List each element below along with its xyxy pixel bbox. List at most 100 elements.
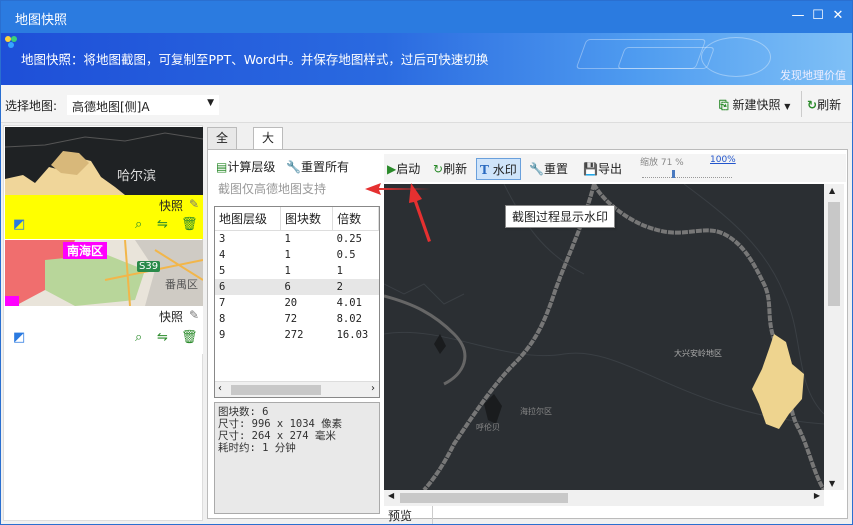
text-icon: T [480, 163, 489, 177]
scroll-right-icon[interactable]: ▶ [814, 491, 820, 500]
district-label: 南海区 [63, 242, 108, 259]
scroll-right-icon[interactable]: › [371, 383, 375, 394]
snapshot-actions: ◩ ⌕ ⇋ 🗑 [5, 215, 203, 237]
table-cell: 3 [219, 232, 226, 245]
delete-icon[interactable]: 🗑 [181, 330, 198, 345]
snapshot-label: 快照 [159, 199, 184, 213]
preview-divider [432, 506, 433, 524]
export-button[interactable]: 💾导出 [580, 158, 625, 180]
map-icon[interactable]: ◩ [13, 330, 25, 345]
table-row[interactable]: 8 72 8.02 [215, 311, 379, 327]
level-table[interactable]: 地图层级 图块数 倍数 3 1 0.25 4 1 0.5 511 662 7 20 4.01… [214, 206, 380, 398]
tab-full-map[interactable]: 全图 [207, 127, 238, 165]
watermark-label: 水印 [492, 163, 517, 177]
table-row[interactable]: 9 272 16.03 [215, 327, 379, 343]
table-cell: 7 [219, 296, 226, 309]
map-select[interactable]: 高德地图[侧]A ▼ [67, 95, 219, 115]
scrollbar-thumb[interactable] [828, 202, 840, 306]
select-map-label: 选择地图: [5, 99, 58, 113]
wrench-icon: 🔧 [286, 160, 301, 174]
snapshot-item[interactable]: 哈尔滨 快照 ✎ ◩ ⌕ ⇋ 🗑 [5, 127, 203, 239]
watermark-tooltip: 截图过程显示水印 [505, 205, 616, 228]
refresh-button[interactable]: ↻刷新 [807, 95, 841, 115]
tab-large-map[interactable]: 大图 [253, 127, 284, 165]
snapshot-actions: ◩ ⌕ ⇋ 🗑 [5, 328, 203, 350]
snapshot-item[interactable]: 南海区 S39 番禺区 快照 ✎ ◩ ⌕ ⇋ 🗑 [5, 240, 203, 354]
minimize-icon[interactable]: — [789, 7, 807, 25]
snapshot-thumbnail [5, 127, 203, 195]
save-icon: 💾 [583, 162, 598, 176]
map-refresh-button[interactable]: ↻刷新 [430, 158, 470, 180]
maximize-icon[interactable]: ☐ [809, 7, 827, 25]
export-label: 导出 [597, 162, 622, 176]
delete-icon[interactable]: 🗑 [181, 217, 198, 232]
size-mm: 尺寸: 264 x 274 毫米 [218, 430, 336, 442]
column-header[interactable]: 地图层级 [215, 207, 281, 231]
zoom-icon[interactable]: ⌕ [135, 330, 142, 345]
map-icon[interactable]: ◩ [13, 217, 25, 232]
zoom-100-link[interactable]: 100% [710, 155, 736, 165]
city-label: 哈尔滨 [117, 169, 157, 184]
table-row[interactable]: 4 1 0.5 [215, 247, 379, 263]
start-button[interactable]: ▶启动 [384, 158, 423, 180]
new-snapshot-button[interactable]: ⎘ 新建快照 ▼ [719, 95, 790, 115]
edit-icon[interactable]: ✎ [189, 308, 199, 322]
map-vertical-scrollbar[interactable]: ▲ ▼ [824, 184, 844, 490]
scroll-left-icon[interactable]: ◀ [388, 491, 394, 500]
new-snapshot-label: 新建快照 [732, 98, 781, 112]
calc-toolbar: ▤计算层级 🔧重置所有 [212, 154, 382, 176]
table-horizontal-scrollbar[interactable]: ‹ › [215, 381, 379, 397]
scroll-up-icon[interactable]: ▲ [829, 186, 835, 195]
level-panel: ▤计算层级 🔧重置所有 截图仅高德地图支持 地图层级 图块数 倍数 3 1 0.… [212, 154, 382, 516]
list-icon: ▤ [216, 160, 228, 174]
table-cell: 20 [284, 296, 298, 309]
map-place-label: 呼伦贝 [476, 423, 500, 432]
scroll-down-icon[interactable]: ▼ [829, 479, 835, 488]
table-row-selected[interactable]: 662 [215, 278, 379, 295]
table-cell: 1 [336, 264, 343, 277]
wrench-icon: 🔧 [529, 162, 544, 176]
toolbar-divider [801, 91, 802, 117]
compute-levels-label: 计算层级 [227, 160, 276, 174]
zoom-label: 缩放 71 % [640, 158, 684, 168]
table-cell: 72 [284, 312, 298, 325]
table-row[interactable]: 3 1 0.25 [215, 231, 379, 247]
banner-slogan: 发现地理价值 [780, 69, 846, 82]
column-header[interactable]: 图块数 [280, 207, 334, 231]
reset-label: 重置 [543, 162, 568, 176]
map-select-value: 高德地图[侧]A [72, 100, 150, 114]
swap-icon[interactable]: ⇋ [157, 217, 168, 232]
table-cell: 4 [219, 248, 226, 261]
zoom-slider-handle[interactable] [672, 170, 675, 178]
support-note: 截图仅高德地图支持 [218, 182, 327, 196]
swap-icon[interactable]: ⇋ [157, 330, 168, 345]
banner-decoration [701, 37, 771, 77]
district-label: 番禺区 [165, 278, 198, 291]
zoom-icon[interactable]: ⌕ [135, 217, 142, 232]
size-pixels: 尺寸: 996 x 1034 像素 [218, 418, 343, 430]
watermark-button[interactable]: T 水印 [476, 158, 521, 180]
edit-icon[interactable]: ✎ [189, 197, 199, 211]
map-view[interactable]: 大兴安岭地区 海拉尔区 呼伦贝 [384, 184, 824, 490]
scroll-left-icon[interactable]: ‹ [218, 383, 222, 394]
table-cell: 1 [284, 248, 291, 261]
table-row[interactable]: 7 20 4.01 [215, 295, 379, 311]
refresh-label: 刷新 [817, 98, 842, 112]
banner-description: 地图快照：将地图截图，可复制至PPT、Word中。并保存地图样式，过后可快速切换 [21, 52, 489, 67]
new-snapshot-icon: ⎘ [719, 98, 729, 112]
scrollbar-thumb[interactable] [231, 385, 321, 395]
column-header[interactable]: 倍数 [332, 207, 379, 231]
reset-all-button[interactable]: 🔧重置所有 [286, 158, 349, 175]
reset-button[interactable]: 🔧重置 [526, 158, 571, 180]
map-horizontal-scrollbar[interactable]: ◀ ▶ [384, 490, 824, 506]
scrollbar-thumb[interactable] [400, 493, 568, 503]
compute-levels-button[interactable]: ▤计算层级 [216, 158, 275, 175]
table-cell: 6 [280, 278, 333, 295]
close-icon[interactable]: ✕ [829, 7, 847, 25]
zoom-slider[interactable] [642, 168, 732, 178]
table-cell: 5 [219, 264, 226, 277]
refresh-icon: ↻ [433, 162, 444, 176]
start-label: 启动 [396, 162, 421, 176]
map-place-label: 大兴安岭地区 [674, 349, 722, 358]
table-row[interactable]: 5 1 1 [215, 263, 379, 279]
